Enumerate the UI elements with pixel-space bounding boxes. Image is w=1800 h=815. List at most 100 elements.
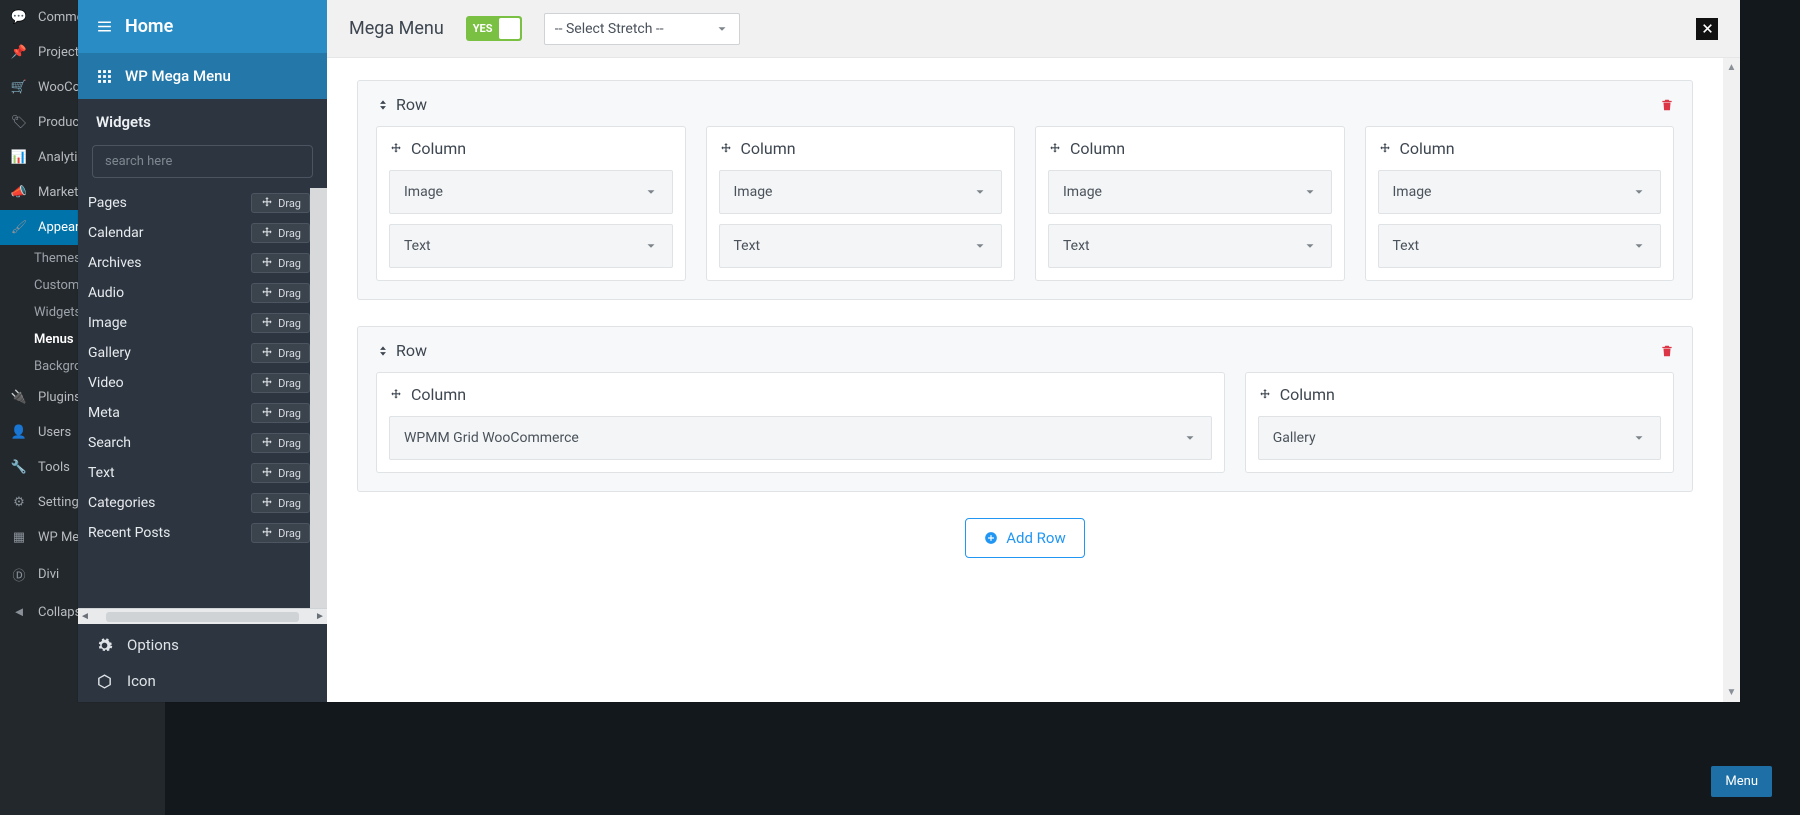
move-icon[interactable] — [389, 142, 403, 156]
move-icon[interactable] — [719, 142, 733, 156]
widget-label: Recent Posts — [88, 525, 170, 541]
widget-item-recent-posts[interactable]: Recent Posts Drag — [78, 518, 310, 548]
widget-list-scroll[interactable]: Pages Drag Calendar Drag Archives Drag A… — [78, 188, 327, 608]
caret-down-icon[interactable] — [644, 239, 658, 253]
move-icon[interactable] — [1378, 142, 1392, 156]
sort-icon[interactable] — [376, 344, 390, 358]
widget-item-video[interactable]: Video Drag — [78, 368, 310, 398]
caret-down-icon[interactable] — [1632, 239, 1646, 253]
widget-item-meta[interactable]: Meta Drag — [78, 398, 310, 428]
move-icon — [260, 286, 274, 300]
widget-block[interactable]: Text — [1048, 224, 1332, 268]
drag-button[interactable]: Drag — [251, 253, 310, 273]
widget-item-text[interactable]: Text Drag — [78, 458, 310, 488]
caret-down-icon[interactable] — [973, 185, 987, 199]
widget-item-calendar[interactable]: Calendar Drag — [78, 218, 310, 248]
widget-block[interactable]: Image — [719, 170, 1003, 214]
save-menu-button[interactable]: Menu — [1711, 766, 1772, 797]
mega-menu-modal: Home WP Mega Menu Widgets Pages Drag Cal… — [78, 0, 1740, 702]
widget-name: Text — [1063, 238, 1090, 254]
stretch-select[interactable]: -- Select Stretch -- — [544, 13, 740, 45]
sort-icon[interactable] — [376, 98, 390, 112]
trash-icon[interactable] — [1660, 344, 1674, 358]
widget-label: Pages — [88, 195, 127, 211]
column-label: Column — [1400, 139, 1455, 158]
builder-row[interactable]: Row Column WPMM Grid WooCommerce Column … — [357, 326, 1693, 492]
widget-label: Calendar — [88, 225, 144, 241]
caret-down-icon[interactable] — [1183, 431, 1197, 445]
widget-block[interactable]: Text — [1378, 224, 1662, 268]
drag-button[interactable]: Drag — [251, 283, 310, 303]
move-icon[interactable] — [1258, 388, 1272, 402]
widget-item-search[interactable]: Search Drag — [78, 428, 310, 458]
drag-button[interactable]: Drag — [251, 343, 310, 363]
add-row-button[interactable]: Add Row — [965, 518, 1085, 558]
caret-down-icon[interactable] — [973, 239, 987, 253]
widget-name: Image — [734, 184, 773, 200]
search-input[interactable] — [92, 145, 313, 178]
widget-item-image[interactable]: Image Drag — [78, 308, 310, 338]
home-header[interactable]: Home — [78, 0, 327, 53]
drag-button[interactable]: Drag — [251, 403, 310, 423]
drag-button[interactable]: Drag — [251, 433, 310, 453]
user-icon: 👤 — [10, 425, 28, 440]
caret-down-icon[interactable] — [1632, 185, 1646, 199]
builder-column[interactable]: Column Image Text — [1365, 126, 1675, 281]
scrollbar-thumb[interactable] — [314, 188, 324, 318]
drag-button[interactable]: Drag — [251, 463, 310, 483]
widget-label: Gallery — [88, 345, 131, 361]
scroll-left-arrow[interactable]: ◄ — [78, 611, 92, 622]
widget-item-pages[interactable]: Pages Drag — [78, 188, 310, 218]
modal-topbar: Mega Menu YES -- Select Stretch -- — [327, 0, 1740, 58]
widget-block[interactable]: Text — [719, 224, 1003, 268]
icon-link[interactable]: Icon — [96, 672, 309, 690]
widget-item-audio[interactable]: Audio Drag — [78, 278, 310, 308]
builder-row[interactable]: Row Column Image Text Column Image Text … — [357, 80, 1693, 300]
caret-down-icon[interactable] — [1303, 185, 1317, 199]
builder-column[interactable]: Column Image Text — [376, 126, 686, 281]
scroll-right-arrow[interactable]: ► — [313, 611, 327, 622]
widget-item-archives[interactable]: Archives Drag — [78, 248, 310, 278]
move-icon — [260, 466, 274, 480]
canvas-scrollbar[interactable]: ▲ ▼ — [1723, 58, 1740, 702]
drag-button[interactable]: Drag — [251, 523, 310, 543]
drag-button[interactable]: Drag — [251, 313, 310, 333]
drag-button[interactable]: Drag — [251, 193, 310, 213]
widget-block[interactable]: WPMM Grid WooCommerce — [389, 416, 1212, 460]
builder-column[interactable]: Column Gallery — [1245, 372, 1674, 473]
caret-down-icon[interactable] — [644, 185, 658, 199]
move-icon — [260, 376, 274, 390]
caret-down-icon[interactable] — [1303, 239, 1317, 253]
widget-name: Text — [1393, 238, 1420, 254]
scroll-up-arrow[interactable]: ▲ — [1727, 62, 1737, 73]
widget-block[interactable]: Image — [389, 170, 673, 214]
builder-column[interactable]: Column WPMM Grid WooCommerce — [376, 372, 1225, 473]
horizontal-scrollbar[interactable]: ◄ ► — [78, 608, 327, 624]
hscroll-thumb[interactable] — [106, 612, 299, 622]
trash-icon[interactable] — [1660, 98, 1674, 112]
caret-down-icon[interactable] — [1632, 431, 1646, 445]
move-icon[interactable] — [1048, 142, 1062, 156]
widget-block[interactable]: Image — [1378, 170, 1662, 214]
widget-item-categories[interactable]: Categories Drag — [78, 488, 310, 518]
widget-block[interactable]: Gallery — [1258, 416, 1661, 460]
widget-label: Video — [88, 375, 124, 391]
builder-column[interactable]: Column Image Text — [1035, 126, 1345, 281]
home-label: Home — [125, 16, 173, 37]
move-icon[interactable] — [389, 388, 403, 402]
drag-button[interactable]: Drag — [251, 493, 310, 513]
options-link[interactable]: Options — [96, 636, 309, 654]
mega-menu-toggle[interactable]: YES — [466, 16, 522, 41]
close-button[interactable] — [1696, 18, 1718, 40]
widget-block[interactable]: Text — [389, 224, 673, 268]
wp-mega-menu-tab[interactable]: WP Mega Menu — [78, 53, 327, 99]
widget-block[interactable]: Image — [1048, 170, 1332, 214]
move-icon — [260, 316, 274, 330]
builder-canvas[interactable]: Row Column Image Text Column Image Text … — [327, 58, 1723, 702]
widget-item-gallery[interactable]: Gallery Drag — [78, 338, 310, 368]
drag-button[interactable]: Drag — [251, 223, 310, 243]
drag-button[interactable]: Drag — [251, 373, 310, 393]
add-row-label: Add Row — [1006, 529, 1066, 547]
builder-column[interactable]: Column Image Text — [706, 126, 1016, 281]
scroll-down-arrow[interactable]: ▼ — [1727, 687, 1737, 698]
